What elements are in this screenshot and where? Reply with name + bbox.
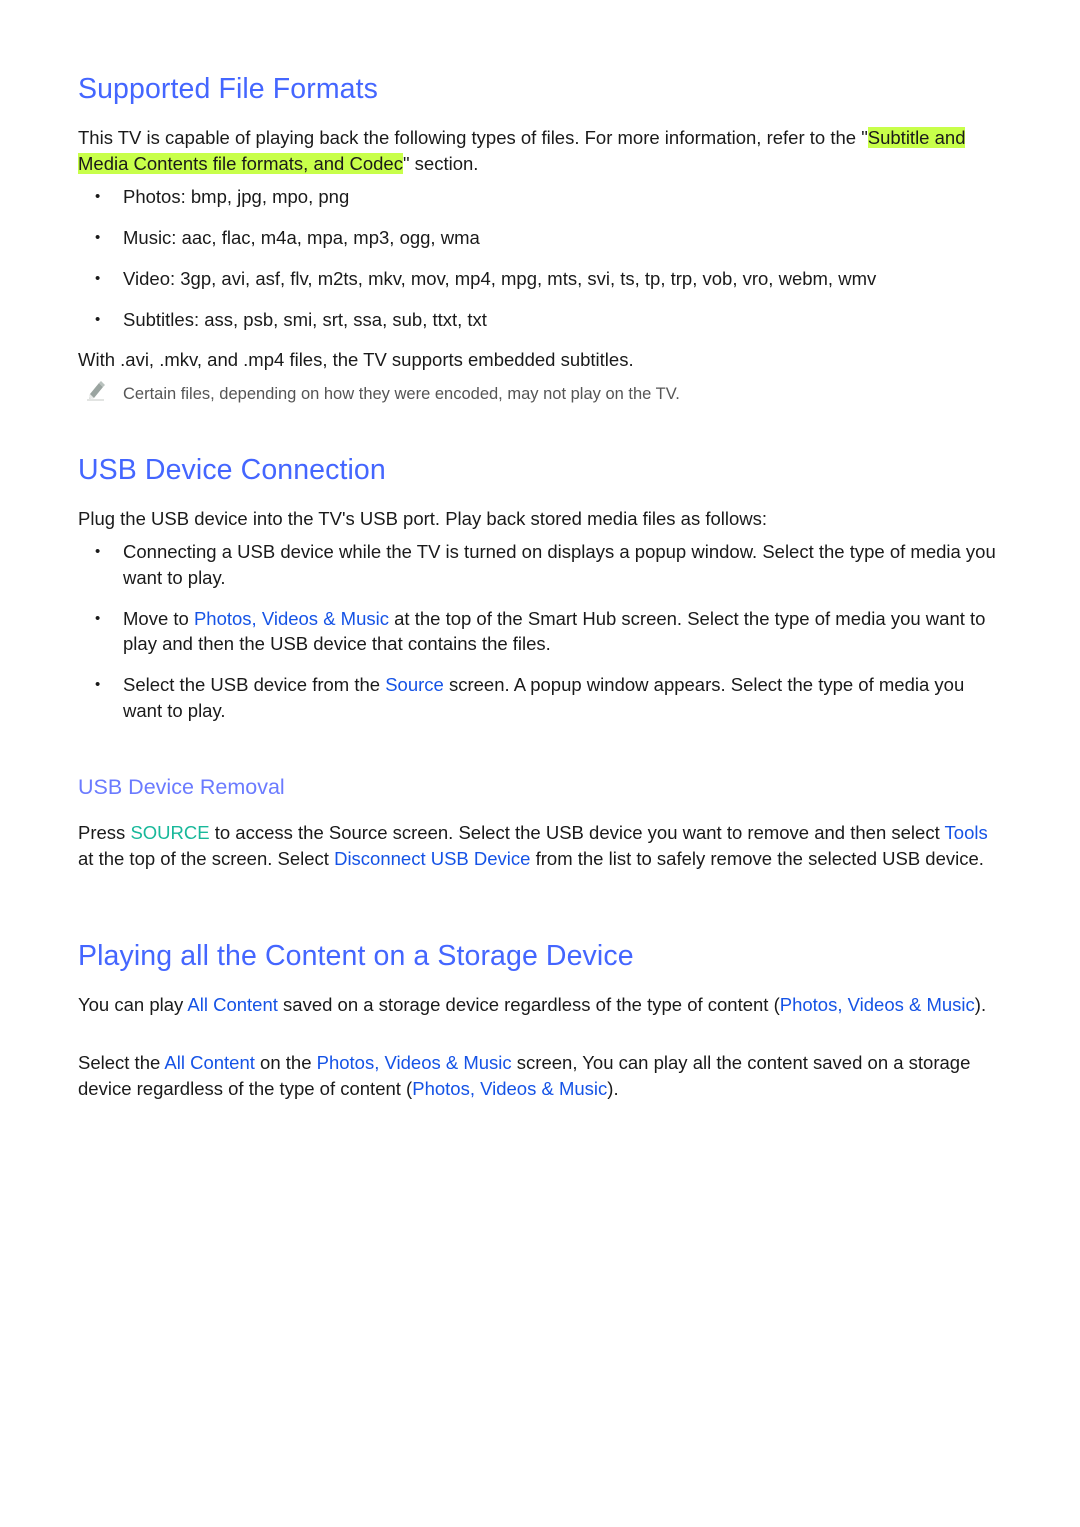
photos-videos-music-link[interactable]: Photos, Videos & Music [317,1052,512,1073]
usb-connection-steps: • Connecting a USB device while the TV is… [78,539,1003,723]
pencil-icon [87,381,105,401]
content-text: You can play [78,994,188,1015]
intro-text-end: " section. [402,152,479,174]
heading-supported-file-formats: Supported File Formats [78,73,378,105]
photos-videos-music-link[interactable]: Photos, Videos & Music [780,994,975,1015]
list-item-subtitles: • Subtitles: ass, psb, smi, srt, ssa, sub… [78,307,1003,333]
list-item-text: Move to [123,607,194,629]
content-text: ). [974,994,987,1015]
all-content-intro: You can play All Content saved on a stor… [78,992,1003,1018]
removal-text: from the list to safely remove the selec… [530,847,984,869]
source-key-label: SOURCE [130,822,210,843]
tools-link[interactable]: Tools [945,822,988,843]
usb-connection-intro: Plug the USB device into the TV's USB po… [78,508,768,529]
file-format-list: • Photos: bmp, jpg, mpo, png • Music: aac,… [78,184,1003,333]
heading-playing-all-content: Playing all the Content on a Storage Dev… [78,940,634,972]
all-content-instructions: Select the All Content on the Photos, Vi… [78,1050,1003,1101]
bullet-icon: • [95,188,101,205]
source-link[interactable]: Source [385,674,444,695]
all-content-link[interactable]: All Content [187,994,278,1015]
embedded-subtitles-text: With .avi, .mkv, and .mp4 files, the TV … [78,349,634,370]
list-item-text: Photos: bmp, jpg, mpo, png [123,186,350,207]
list-item-source: • Select the USB device from the Source s… [78,672,1003,723]
heading-usb-device-connection: USB Device Connection [78,454,386,486]
list-item-text: Connecting a USB device while the TV is … [123,541,996,588]
list-item-smart-hub: • Move to Photos, Videos & Music at the t… [78,606,1003,657]
note-text: Certain files, depending on how they wer… [123,385,680,403]
usb-removal-text: Press SOURCE to access the Source screen… [78,820,1003,871]
bullet-icon: • [95,270,101,287]
all-content-link[interactable]: All Content [164,1052,255,1073]
list-item-text: Video: 3gp, avi, asf, flv, m2ts, mkv, mo… [123,268,877,289]
list-item-video: • Video: 3gp, avi, asf, flv, m2ts, mkv, m… [78,266,1003,292]
removal-text: Press [78,822,131,843]
removal-text: at the top of the screen. Select [78,847,335,869]
content-text: ). [607,1077,619,1099]
heading-usb-device-removal: USB Device Removal [78,775,285,799]
list-item-photos: • Photos: bmp, jpg, mpo, png [78,184,1003,210]
disconnect-usb-device-link[interactable]: Disconnect USB Device [334,848,530,869]
content-text: on the [254,1052,317,1073]
photos-videos-music-link[interactable]: Photos, Videos & Music [412,1078,607,1099]
supported-formats-intro: This TV is capable of playing back the f… [78,125,1003,176]
content-text: saved on a storage device regardless of … [277,994,780,1015]
bullet-icon: • [95,543,101,560]
list-item-text: Subtitles: ass, psb, smi, srt, ssa, sub,… [123,309,487,330]
bullet-icon: • [95,676,101,693]
removal-text: to access the Source screen. Select the … [209,822,945,843]
intro-text: This TV is capable of playing back the f… [78,127,868,148]
bullet-icon: • [95,229,101,246]
photos-videos-music-link[interactable]: Photos, Videos & Music [194,608,389,629]
list-item-text: Select the USB device from the [123,674,386,695]
list-item-music: • Music: aac, flac, m4a, mpa, mp3, ogg, w… [78,225,1003,251]
list-item-text: Music: aac, flac, m4a, mpa, mp3, ogg, wm… [123,227,480,248]
list-item-popup: • Connecting a USB device while the TV is… [78,539,1003,590]
bullet-icon: • [95,311,101,328]
bullet-icon: • [95,609,101,627]
content-text: Select the [78,1052,165,1073]
